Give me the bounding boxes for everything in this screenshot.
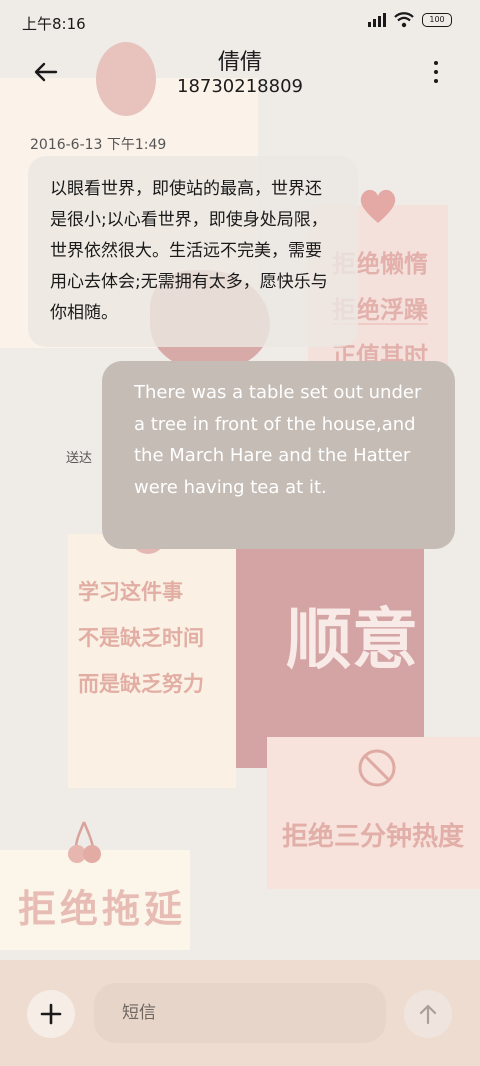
contact-name: 倩倩 — [217, 50, 262, 75]
dot — [434, 70, 438, 74]
signal-icon — [368, 13, 386, 27]
sent-message-bubble[interactable]: There was a table set out under a tree i… — [102, 361, 455, 549]
status-time: 上午8:16 — [22, 15, 86, 33]
heart-icon — [360, 189, 396, 223]
arrow-up-icon — [419, 1004, 437, 1025]
wallpaper-text-mid-2: 不是缺乏时间 — [78, 626, 204, 650]
status-icons: 100 — [368, 12, 452, 28]
contact-phone: 18730218809 — [177, 76, 303, 97]
more-options-button[interactable] — [424, 58, 448, 86]
wallpaper-text-mid-3: 而是缺乏努力 — [78, 672, 204, 696]
wallpaper-note-mid — [68, 534, 236, 788]
plus-icon — [40, 1003, 62, 1025]
send-button[interactable] — [404, 990, 452, 1038]
wallpaper-big-word: 顺意 — [286, 600, 418, 678]
dot — [434, 79, 438, 83]
cherry-icon — [68, 821, 101, 863]
wallpaper-text-mid-1: 学习这件事 — [78, 580, 183, 604]
message-timestamp: 2016-6-13 下午1:49 — [30, 137, 167, 153]
add-attachment-button[interactable] — [27, 990, 75, 1038]
sms-input[interactable] — [94, 983, 386, 1043]
status-bar: 上午8:16 100 — [0, 0, 480, 44]
received-message-bubble[interactable]: 以眼看世界，即使站的最高，世界还是很小;以心看世界，即使身处局限，世界依然很大。… — [28, 156, 358, 347]
wallpaper-text-three: 拒绝三分钟热度 — [282, 822, 465, 852]
no-entry-icon — [358, 749, 396, 787]
delivery-status: 送达 — [66, 451, 93, 466]
wallpaper-text-delay: 拒绝拖延 — [18, 886, 187, 931]
battery-icon: 100 — [422, 13, 452, 27]
dot — [434, 61, 438, 65]
wifi-icon — [394, 12, 414, 28]
